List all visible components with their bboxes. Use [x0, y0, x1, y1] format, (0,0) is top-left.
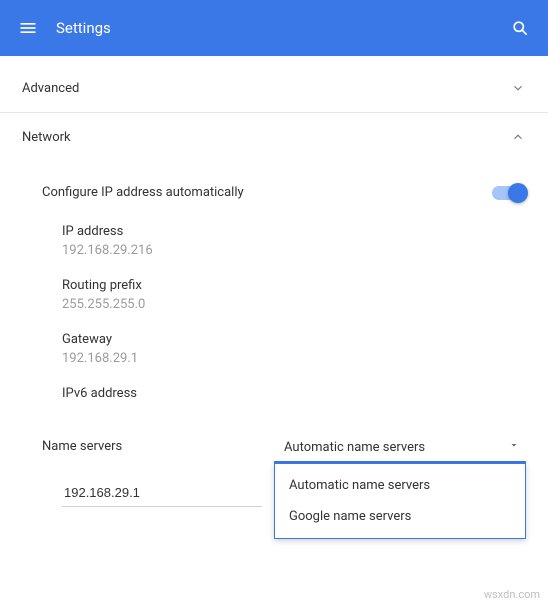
section-network[interactable]: Network: [0, 113, 548, 161]
configure-auto-label: Configure IP address automatically: [42, 185, 244, 200]
section-network-label: Network: [22, 130, 71, 145]
search-icon[interactable]: [508, 16, 532, 40]
chevron-down-icon: [510, 80, 526, 96]
section-advanced[interactable]: Advanced: [0, 64, 548, 112]
ip-address-label: IP address: [62, 224, 526, 239]
section-advanced-label: Advanced: [22, 81, 79, 96]
nameservers-label: Name servers: [42, 439, 122, 454]
nameservers-row: Name servers Automatic name servers Auto…: [22, 415, 526, 463]
routing-prefix-block: Routing prefix 255.255.255.0: [22, 268, 526, 322]
gateway-block: Gateway 192.168.29.1: [22, 322, 526, 376]
menu-icon[interactable]: [16, 16, 40, 40]
chevron-up-icon: [510, 129, 526, 145]
ip-address-value: 192.168.29.216: [62, 243, 526, 258]
gateway-value: 192.168.29.1: [62, 351, 526, 366]
ipv6-block: IPv6 address: [22, 376, 526, 415]
nameservers-select-value: Automatic name servers: [284, 440, 425, 455]
ip-address-block: IP address 192.168.29.216: [22, 214, 526, 268]
page-title: Settings: [56, 19, 508, 37]
nameservers-dropdown: Automatic name servers Google name serve…: [274, 463, 526, 539]
app-bar: Settings: [0, 0, 548, 56]
nameservers-option-auto[interactable]: Automatic name servers: [275, 470, 525, 501]
watermark-text: wsxdn.com: [484, 588, 540, 601]
configure-auto-row: Configure IP address automatically: [22, 171, 526, 214]
ipv6-label: IPv6 address: [62, 386, 526, 401]
nameserver-input[interactable]: [62, 479, 262, 507]
configure-auto-toggle[interactable]: [492, 186, 526, 200]
nameservers-option-google[interactable]: Google name servers: [275, 501, 525, 532]
nameservers-select-wrap: Automatic name servers Automatic name se…: [274, 433, 526, 463]
routing-prefix-label: Routing prefix: [62, 278, 526, 293]
network-body: Configure IP address automatically IP ad…: [0, 161, 548, 507]
nameservers-select[interactable]: Automatic name servers: [274, 433, 526, 463]
routing-prefix-value: 255.255.255.0: [62, 297, 526, 312]
content: Advanced Network Configure IP address au…: [0, 56, 548, 507]
dropdown-arrow-icon: [508, 439, 520, 455]
gateway-label: Gateway: [62, 332, 526, 347]
